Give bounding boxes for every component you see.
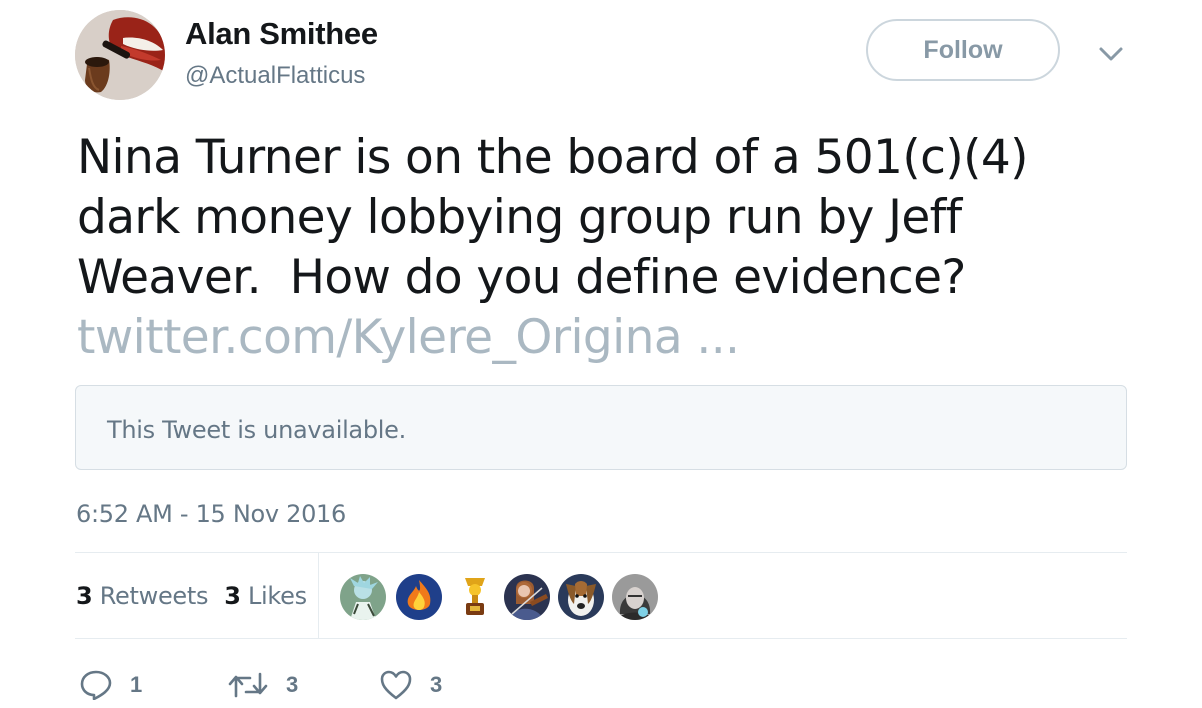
- heart-icon: [380, 670, 412, 700]
- stats-divider: [318, 553, 319, 639]
- like-count: 3: [430, 672, 443, 697]
- retweets-stat[interactable]: 3 Retweets: [76, 582, 209, 610]
- follow-button[interactable]: Follow: [866, 19, 1060, 81]
- liker-avatar-rick[interactable]: [340, 574, 386, 620]
- tweet-text-line: Nina Turner is on the board of a 501(c)(…: [77, 130, 1028, 185]
- divider: [75, 638, 1127, 639]
- retweets-label: Retweets: [99, 582, 209, 610]
- likes-count: 3: [224, 582, 241, 610]
- retweet-count: 3: [286, 672, 299, 697]
- tweet-timestamp[interactable]: 6:52 AM - 15 Nov 2016: [76, 500, 346, 528]
- reply-icon: [80, 670, 112, 700]
- chevron-down-icon[interactable]: [1098, 44, 1124, 64]
- tweet-stats: 3 Retweets 3 Likes: [76, 582, 307, 610]
- reply-button[interactable]: 1: [80, 668, 142, 702]
- pipe-smoking-mouth-avatar-icon: [75, 10, 165, 100]
- liker-avatar-trophy[interactable]: [452, 574, 498, 620]
- like-button[interactable]: 3: [380, 668, 442, 702]
- liker-avatar-dog[interactable]: [558, 574, 604, 620]
- author-name[interactable]: Alan Smithee: [185, 16, 378, 52]
- tweet-text-line: dark money lobbying group run by Jeff: [77, 190, 962, 245]
- retweets-count: 3: [76, 582, 93, 610]
- reply-count: 1: [130, 672, 143, 697]
- liker-avatar-woman[interactable]: [612, 574, 658, 620]
- liker-avatar-violin[interactable]: [504, 574, 550, 620]
- author-handle[interactable]: @ActualFlatticus: [185, 62, 365, 90]
- divider: [75, 552, 1127, 553]
- likes-label: Likes: [247, 582, 307, 610]
- tweet-text-line: Weaver. How do you define evidence?: [77, 250, 966, 305]
- liker-avatar-fire[interactable]: [396, 574, 442, 620]
- likes-stat[interactable]: 3 Likes: [224, 582, 307, 610]
- quoted-tweet-unavailable-message: This Tweet is unavailable.: [107, 416, 406, 444]
- author-avatar[interactable]: [75, 10, 165, 100]
- retweet-button[interactable]: 3: [228, 668, 298, 702]
- quoted-tweet-box: This Tweet is unavailable.: [75, 385, 1127, 470]
- tweet-text: Nina Turner is on the board of a 501(c)(…: [77, 128, 1137, 368]
- quoted-tweet-link[interactable]: twitter.com/Kylere_Origina ...: [77, 308, 1137, 368]
- retweet-icon: [228, 672, 268, 698]
